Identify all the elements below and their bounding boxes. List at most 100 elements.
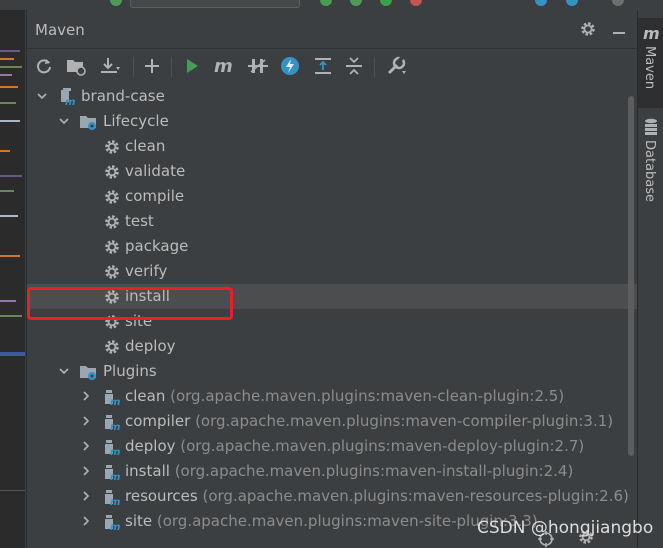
toggle-skip-tests-button[interactable]: [247, 55, 269, 77]
gear-icon[interactable]: [579, 20, 597, 38]
chevron-down-icon[interactable]: [59, 116, 69, 126]
lifecycle-label: Lifecycle: [103, 112, 169, 130]
gear-icon: [105, 165, 119, 179]
lifecycle-goal-deploy[interactable]: deploy: [27, 334, 637, 359]
lifecycle-goal-clean[interactable]: clean: [27, 134, 637, 159]
gear-icon: [105, 340, 119, 354]
tab-database[interactable]: Database: [638, 114, 663, 204]
svg-text:m: m: [110, 522, 120, 531]
lifecycle-goal-validate[interactable]: validate: [27, 159, 637, 184]
gear-icon: [105, 215, 119, 229]
tab-label: Maven: [642, 46, 657, 90]
svg-text:m: m: [110, 472, 120, 481]
tree-scrollbar[interactable]: [628, 96, 634, 456]
chevron-right-icon[interactable]: [81, 466, 91, 476]
execute-maven-goal-button[interactable]: m: [213, 55, 235, 77]
goal-label: test: [125, 212, 154, 230]
toolbar-separator: [133, 57, 134, 77]
collapse-all-button[interactable]: [343, 55, 365, 77]
tab-maven[interactable]: m Maven: [638, 18, 663, 108]
layout-icon[interactable]: [612, 0, 624, 6]
run-maven-build-button[interactable]: [181, 55, 203, 77]
plugin-item-resources[interactable]: m resources (org.apache.maven.plugins:ma…: [27, 484, 637, 509]
plugins-folder-icon: [80, 366, 96, 380]
highlight-annotation-box: [27, 287, 233, 320]
maven-module-icon: m: [61, 88, 75, 106]
maven-plugin-icon: m: [105, 490, 120, 506]
update-icon[interactable]: [566, 0, 578, 6]
maven-plugin-icon: m: [105, 515, 120, 531]
database-icon: [645, 118, 657, 135]
plugin-item-compiler[interactable]: m compiler (org.apache.maven.plugins:mav…: [27, 409, 637, 434]
structure-icon[interactable]: [535, 0, 547, 6]
watermark-text: CSDN @hongjiangbo: [477, 518, 654, 538]
add-sources-button[interactable]: [65, 55, 87, 77]
chevron-right-icon[interactable]: [81, 516, 91, 526]
run-icon: [187, 59, 198, 73]
goal-label: verify: [125, 262, 168, 280]
toggle-offline-button[interactable]: [279, 55, 301, 77]
right-tool-strip: m Maven Database: [637, 10, 663, 548]
plugin-name: resources: [125, 487, 198, 505]
goal-label: deploy: [125, 337, 176, 355]
add-maven-project-button[interactable]: [141, 55, 163, 77]
plugin-item-install[interactable]: m install (org.apache.maven.plugins:mave…: [27, 459, 637, 484]
plugin-name: site: [125, 512, 153, 530]
show-dependencies-button[interactable]: [312, 55, 334, 77]
goal-label: clean: [125, 137, 166, 155]
plugin-item-clean[interactable]: m clean (org.apache.maven.plugins:maven-…: [27, 384, 637, 409]
plugin-name: deploy: [125, 437, 176, 455]
maven-m-icon: m: [643, 24, 660, 42]
maven-panel-header: Maven: [27, 10, 637, 49]
maven-projects-tree[interactable]: m brand-case Lifecycle clean validate co…: [27, 84, 637, 548]
add-icon: [145, 59, 159, 73]
editor-gutter-strip: [0, 10, 25, 548]
tree-row-plugins[interactable]: Plugins: [27, 359, 637, 384]
chevron-right-icon[interactable]: [81, 416, 91, 426]
chevron-right-icon[interactable]: [81, 391, 91, 401]
maven-settings-button[interactable]: [385, 55, 407, 77]
run-icon[interactable]: [320, 0, 332, 6]
run-indicator-icon[interactable]: [110, 0, 122, 6]
svg-text:m: m: [214, 57, 233, 75]
lifecycle-goal-package[interactable]: package: [27, 234, 637, 259]
plugin-name: clean: [125, 387, 166, 405]
plugin-coordinates: (org.apache.maven.plugins:maven-resource…: [202, 487, 629, 505]
maven-plugin-icon: m: [105, 390, 120, 406]
reload-icon: [37, 59, 51, 74]
goal-label: package: [125, 237, 189, 255]
ide-top-toolbar: [0, 0, 663, 10]
tab-label: Database: [642, 140, 657, 203]
lifecycle-goal-verify[interactable]: verify: [27, 259, 637, 284]
chevron-right-icon[interactable]: [81, 441, 91, 451]
add-sources-icon: [67, 60, 86, 76]
svg-text:m: m: [110, 447, 120, 456]
skip-tests-icon: [248, 59, 268, 73]
tree-row-project[interactable]: m brand-case: [27, 84, 637, 109]
coverage-icon[interactable]: [380, 0, 392, 6]
download-sources-button[interactable]: [99, 55, 121, 77]
toolbar-separator: [374, 57, 375, 77]
svg-text:m: m: [643, 24, 660, 42]
plugin-name: install: [125, 462, 170, 480]
panel-title: Maven: [35, 21, 85, 39]
plugin-coordinates: (org.apache.maven.plugins:maven-install-…: [174, 462, 574, 480]
lifecycle-goal-test[interactable]: test: [27, 209, 637, 234]
collapse-all-icon: [346, 57, 362, 75]
offline-icon: [281, 57, 299, 75]
goal-label: compile: [125, 187, 185, 205]
maven-plugin-icon: m: [105, 440, 120, 456]
plugin-item-deploy[interactable]: m deploy (org.apache.maven.plugins:maven…: [27, 434, 637, 459]
tree-row-lifecycle[interactable]: Lifecycle: [27, 109, 637, 134]
chevron-right-icon[interactable]: [81, 491, 91, 501]
minimize-icon[interactable]: [610, 20, 628, 38]
reload-button[interactable]: [33, 55, 55, 77]
lifecycle-goal-compile[interactable]: compile: [27, 184, 637, 209]
maven-plugin-icon: m: [105, 415, 120, 431]
chevron-down-icon[interactable]: [59, 366, 69, 376]
gear-icon: [105, 265, 119, 279]
debug-icon[interactable]: [350, 0, 362, 6]
stop-icon[interactable]: [410, 0, 422, 6]
chevron-down-icon[interactable]: [37, 91, 47, 101]
run-configuration-selector[interactable]: [130, 0, 300, 8]
